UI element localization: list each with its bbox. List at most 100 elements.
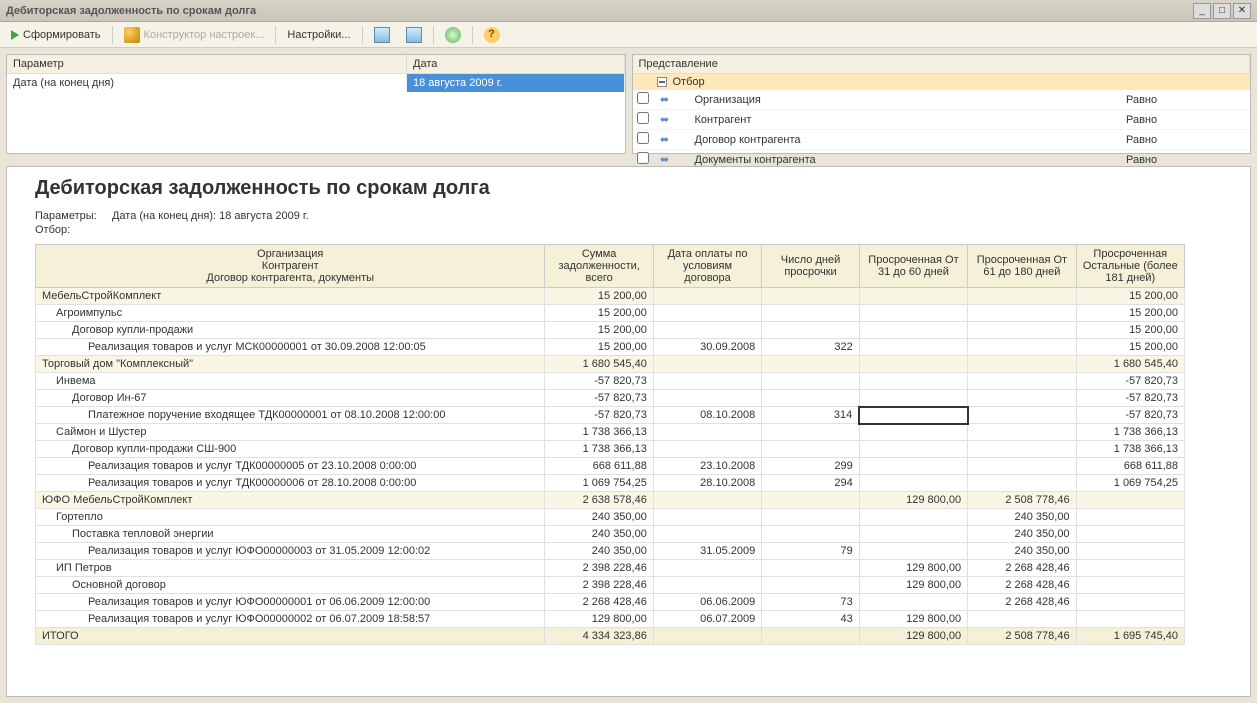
table-row[interactable]: Платежное поручение входящее ТДК00000001… bbox=[36, 407, 1185, 424]
cell-c3 bbox=[1076, 611, 1184, 628]
cell-days bbox=[762, 288, 860, 305]
cell-c1 bbox=[859, 322, 967, 339]
cell-days bbox=[762, 509, 860, 526]
cell-c3 bbox=[1076, 577, 1184, 594]
cell-c2: 2 268 428,46 bbox=[968, 594, 1076, 611]
cell-pay bbox=[653, 356, 761, 373]
cell-days bbox=[762, 373, 860, 390]
collapse-icon[interactable] bbox=[657, 77, 667, 87]
cell-pay bbox=[653, 288, 761, 305]
generate-button[interactable]: Сформировать bbox=[4, 26, 108, 44]
cell-c3: 15 200,00 bbox=[1076, 339, 1184, 356]
toolbar-icon-1[interactable] bbox=[367, 24, 397, 46]
table-row[interactable]: ЮФО МебельСтройКомплект2 638 578,46129 8… bbox=[36, 492, 1185, 509]
cell-c1 bbox=[859, 424, 967, 441]
cell-c2: 240 350,00 bbox=[968, 526, 1076, 543]
table-row[interactable]: Договор купли-продажи СШ-9001 738 366,13… bbox=[36, 441, 1185, 458]
cell-c2 bbox=[968, 373, 1076, 390]
filter-icon: ⬌ bbox=[655, 133, 675, 146]
cell-c3 bbox=[1076, 594, 1184, 611]
cell-days bbox=[762, 322, 860, 339]
cell-c3: 15 200,00 bbox=[1076, 288, 1184, 305]
cell-c1 bbox=[859, 543, 967, 560]
table-row[interactable]: МебельСтройКомплект15 200,0015 200,00 bbox=[36, 288, 1185, 305]
cell-name: ИП Петров bbox=[36, 560, 545, 577]
cell-name: Реализация товаров и услуг ТДК00000005 о… bbox=[36, 458, 545, 475]
cell-sum: 15 200,00 bbox=[545, 322, 653, 339]
cell-sum: 2 268 428,46 bbox=[545, 594, 653, 611]
cell-sum: 240 350,00 bbox=[545, 526, 653, 543]
table-row[interactable]: Реализация товаров и услуг ЮФО00000003 о… bbox=[36, 543, 1185, 560]
table-row[interactable]: Гортепло240 350,00240 350,00 bbox=[36, 509, 1185, 526]
table-row[interactable]: Реализация товаров и услуг ТДК00000005 о… bbox=[36, 458, 1185, 475]
report-area[interactable]: Дебиторская задолженность по срокам долг… bbox=[6, 166, 1251, 697]
col-days: Число дней просрочки bbox=[762, 245, 860, 288]
total-row: ИТОГО4 334 323,86129 800,002 508 778,461… bbox=[36, 628, 1185, 645]
table-row[interactable]: Реализация товаров и услуг ТДК00000006 о… bbox=[36, 475, 1185, 492]
minimize-button[interactable]: _ bbox=[1193, 3, 1211, 19]
table-row[interactable]: Агроимпульс15 200,0015 200,00 bbox=[36, 305, 1185, 322]
cell-sum: 1 738 366,13 bbox=[545, 441, 653, 458]
filter-row[interactable]: ⬌Договор контрагентаРавно bbox=[633, 130, 1251, 150]
cell-c2: 2 508 778,46 bbox=[968, 492, 1076, 509]
cell-sum: 15 200,00 bbox=[545, 339, 653, 356]
filter-top-label: Отбор bbox=[673, 76, 705, 88]
params-table: Параметр Дата Дата (на конец дня) 18 авг… bbox=[6, 54, 626, 154]
filter-checkbox[interactable] bbox=[637, 112, 649, 124]
cell-pay bbox=[653, 577, 761, 594]
param-date[interactable]: 18 августа 2009 г. bbox=[407, 74, 625, 92]
report-table: Организация Контрагент Договор контраген… bbox=[35, 244, 1185, 645]
cell-c1 bbox=[859, 288, 967, 305]
cell-c3: 15 200,00 bbox=[1076, 305, 1184, 322]
table-row[interactable]: ИП Петров2 398 228,46129 800,002 268 428… bbox=[36, 560, 1185, 577]
param-name: Дата (на конец дня) bbox=[7, 74, 407, 92]
toolbar-icon-2[interactable] bbox=[399, 24, 429, 46]
cell-c3 bbox=[1076, 560, 1184, 577]
table-row[interactable]: Основной договор2 398 228,46129 800,002 … bbox=[36, 577, 1185, 594]
table-row[interactable]: Инвема-57 820,73-57 820,73 bbox=[36, 373, 1185, 390]
filter-cond: Равно bbox=[1126, 134, 1246, 146]
filter-checkbox[interactable] bbox=[637, 152, 649, 164]
generate-label: Сформировать bbox=[23, 29, 101, 41]
settings-builder-button[interactable]: Конструктор настроек... bbox=[117, 24, 272, 46]
filter-checkbox[interactable] bbox=[637, 92, 649, 104]
total-label: ИТОГО bbox=[36, 628, 545, 645]
cell-pay bbox=[653, 441, 761, 458]
filter-row[interactable]: ⬌ОрганизацияРавно bbox=[633, 90, 1251, 110]
refresh-button[interactable] bbox=[438, 24, 468, 46]
cell-c2 bbox=[968, 475, 1076, 492]
table-row[interactable]: Договор купли-продажи15 200,0015 200,00 bbox=[36, 322, 1185, 339]
maximize-button[interactable]: □ bbox=[1213, 3, 1231, 19]
filter-cond: Равно bbox=[1126, 154, 1246, 166]
cell-days bbox=[762, 305, 860, 322]
table-row[interactable]: Саймон и Шустер1 738 366,131 738 366,13 bbox=[36, 424, 1185, 441]
table-row[interactable]: Реализация товаров и услуг ЮФО00000001 о… bbox=[36, 594, 1185, 611]
filter-icon: ⬌ bbox=[655, 113, 675, 126]
col-counterparty: Контрагент bbox=[42, 260, 538, 272]
table-row[interactable]: Поставка тепловой энергии240 350,00240 3… bbox=[36, 526, 1185, 543]
filter-cond: Равно bbox=[1126, 114, 1246, 126]
cell-days bbox=[762, 560, 860, 577]
filter-top-row[interactable]: Отбор bbox=[633, 74, 1251, 90]
help-button[interactable]: ? bbox=[477, 24, 507, 46]
cell-c2 bbox=[968, 424, 1076, 441]
cell-pay bbox=[653, 424, 761, 441]
table-row[interactable]: Торговый дом "Комплексный"1 680 545,401 … bbox=[36, 356, 1185, 373]
table-row[interactable]: Реализация товаров и услуг МСК00000001 о… bbox=[36, 339, 1185, 356]
filter-row[interactable]: ⬌КонтрагентРавно bbox=[633, 110, 1251, 130]
close-button[interactable]: ✕ bbox=[1233, 3, 1251, 19]
table-row[interactable]: Реализация товаров и услуг ЮФО00000002 о… bbox=[36, 611, 1185, 628]
filter-label: Договор контрагента bbox=[675, 134, 1127, 146]
cell-sum: 1 680 545,40 bbox=[545, 356, 653, 373]
col-org: Организация bbox=[42, 248, 538, 260]
cell-pay bbox=[653, 305, 761, 322]
cell-days bbox=[762, 356, 860, 373]
params-area: Параметр Дата Дата (на конец дня) 18 авг… bbox=[0, 48, 1257, 160]
settings-button[interactable]: Настройки... bbox=[280, 26, 357, 44]
cell-pay bbox=[653, 526, 761, 543]
help-icon: ? bbox=[484, 27, 500, 43]
filter-checkbox[interactable] bbox=[637, 132, 649, 144]
cell-c2 bbox=[968, 407, 1076, 424]
cell-c1 bbox=[859, 458, 967, 475]
table-row[interactable]: Договор Ин-67-57 820,73-57 820,73 bbox=[36, 390, 1185, 407]
